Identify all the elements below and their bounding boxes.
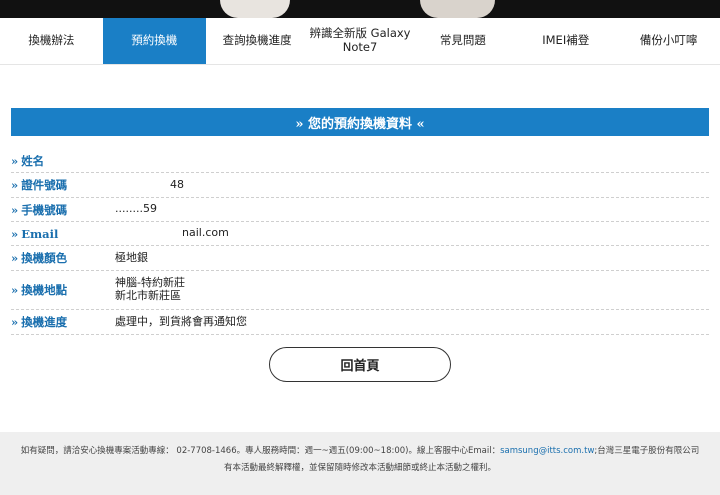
chevron-right-icon: » — [11, 202, 19, 217]
banner-image-right — [420, 0, 495, 18]
chevron-right-icon: » — [11, 226, 19, 241]
footer-email-link[interactable]: samsung@itts.com.tw — [500, 446, 594, 456]
footer-text: 如有疑問，請洽安心換機專案活動專線： 02-7708-1466。專人服務時間：週… — [20, 446, 501, 456]
chevron-right-icon: » — [11, 251, 19, 265]
tab-imei-register[interactable]: IMEI補登 — [514, 18, 617, 64]
main-nav: 換機辦法 預約換機 查詢換機進度 辨識全新版 Galaxy Note7 常見問題… — [0, 18, 720, 65]
footer: 如有疑問，請洽安心換機專案活動專線： 02-7708-1466。專人服務時間：週… — [0, 432, 720, 495]
chevron-right-icon: » — [11, 178, 19, 192]
tab-exchange-method[interactable]: 換機辦法 — [0, 18, 103, 64]
reservation-info: » 姓名 » 證件號碼 48 » 手機號碼 ........59 » Email nai… — [11, 149, 709, 335]
chevron-right-icon: » — [11, 153, 19, 168]
info-label: » 換機進度 — [11, 315, 68, 329]
tab-identify-note7[interactable]: 辨識全新版 Galaxy Note7 — [309, 18, 412, 64]
info-row-location: » 換機地點 神腦-特約新莊 新北市新莊區 — [11, 271, 709, 310]
footer-disclaimer: 有本活動最終解釋權，並保留隨時修改本活動細節或終止本活動之權利。 — [223, 463, 496, 473]
banner-image-left — [220, 0, 290, 18]
section-title: » 您的預約換機資料 « — [11, 108, 709, 136]
home-button[interactable]: 回首頁 — [269, 347, 451, 382]
info-value-address: 新北市新莊區 — [115, 289, 181, 302]
chevron-right-icon: » — [11, 283, 19, 297]
tab-check-progress[interactable]: 查詢換機進度 — [206, 18, 309, 64]
info-label: » 換機顏色 — [11, 251, 68, 265]
chevron-right-icon: » — [11, 315, 19, 329]
info-label: » 姓名 — [11, 153, 45, 168]
info-row-name: » 姓名 — [11, 149, 709, 173]
tab-backup-tips[interactable]: 備份小叮嚀 — [617, 18, 720, 64]
info-value: 48 — [170, 177, 184, 191]
footer-contact-line: 如有疑問，請洽安心換機專案活動專線： 02-7708-1466。專人服務時間：週… — [0, 444, 720, 456]
info-row-color: » 換機顏色 極地銀 — [11, 246, 709, 271]
info-label: » 換機地點 — [11, 283, 68, 297]
hero-banner-strip — [0, 0, 720, 18]
info-label: » 證件號碼 — [11, 178, 68, 192]
info-value: nail.com — [182, 226, 229, 240]
info-row-progress: » 換機進度 處理中，到貨將會再通知您 — [11, 310, 709, 335]
info-value-stack: 神腦-特約新莊 新北市新莊區 — [115, 277, 185, 302]
info-label: » 手機號碼 — [11, 202, 68, 217]
info-value: 極地銀 — [115, 250, 148, 264]
info-row-phone: » 手機號碼 ........59 — [11, 198, 709, 222]
footer-company: ;台灣三星電子股份有限公司 — [594, 446, 700, 456]
info-row-email: » Email nail.com — [11, 222, 709, 246]
info-row-id-number: » 證件號碼 48 — [11, 173, 709, 198]
tab-reserve-exchange[interactable]: 預約換機 — [102, 18, 206, 64]
info-label: » Email — [11, 226, 59, 241]
tab-faq[interactable]: 常見問題 — [411, 18, 514, 64]
info-value: 處理中，到貨將會再通知您 — [115, 314, 247, 328]
info-value: ........59 — [115, 202, 157, 216]
